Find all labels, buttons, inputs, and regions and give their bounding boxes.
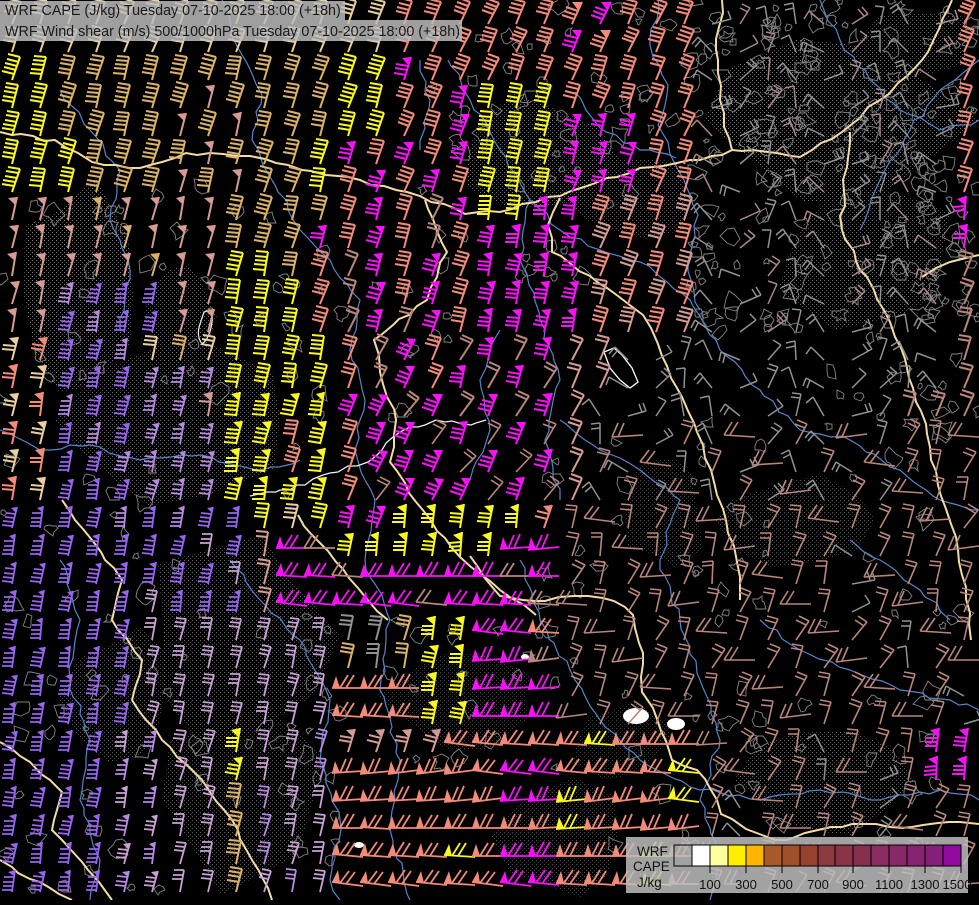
svg-text:CAPE: CAPE (633, 859, 670, 874)
svg-text:100: 100 (699, 877, 721, 892)
svg-text:700: 700 (807, 877, 829, 892)
svg-text:WRF: WRF (637, 844, 668, 859)
svg-text:J/kg: J/kg (637, 875, 662, 890)
svg-text:WRF Wind shear (m/s) 500/1000h: WRF Wind shear (m/s) 500/1000hPa Tuesday… (5, 24, 460, 40)
svg-text:300: 300 (735, 877, 757, 892)
svg-text:900: 900 (842, 877, 864, 892)
svg-text:1300: 1300 (911, 877, 940, 892)
svg-text:1100: 1100 (875, 877, 903, 892)
svg-text:500: 500 (771, 877, 793, 892)
svg-text:WRF CAPE (J/kg) Tuesday 07-10-: WRF CAPE (J/kg) Tuesday 07-10-2025 18:00… (5, 3, 341, 19)
svg-text:1500: 1500 (943, 877, 972, 892)
